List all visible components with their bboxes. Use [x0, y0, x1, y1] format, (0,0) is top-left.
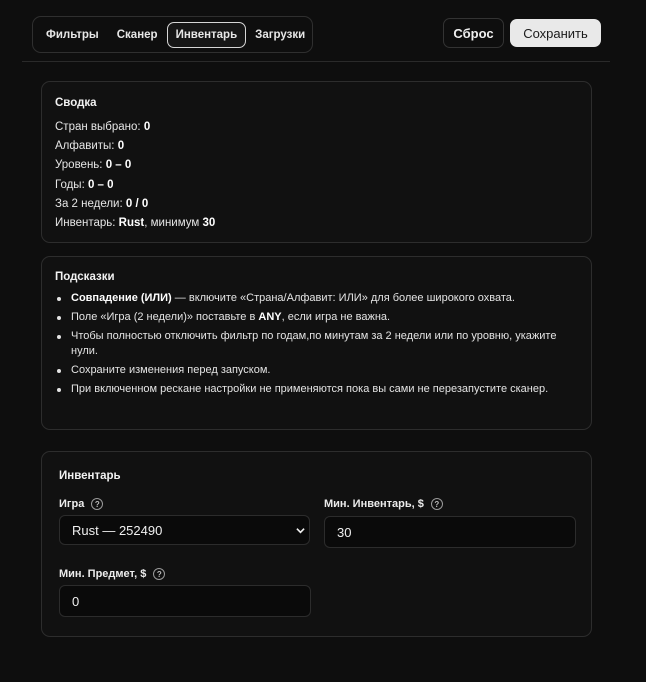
- tab-filters[interactable]: Фильтры: [37, 22, 108, 48]
- tab-scanner[interactable]: Сканер: [108, 22, 167, 48]
- summary-two-weeks: За 2 недели: 0 / 0: [55, 197, 149, 210]
- inventory-title: Инвентарь: [59, 470, 121, 482]
- tip-item: Поле «Игра (2 недели)» поставьте в ANY, …: [55, 310, 578, 325]
- summary-card: Сводка Стран выбрано: 0 Алфавиты: 0 Уров…: [41, 81, 592, 243]
- tips-list: Совпадение (ИЛИ) — включите «Страна/Алфа…: [55, 291, 578, 397]
- tip-item: При включенном рескане настройки не прим…: [55, 382, 578, 397]
- tab-inventory[interactable]: Инвентарь: [166, 21, 247, 48]
- game-select-value: Rust — 252490: [72, 522, 163, 538]
- tab-bar: Фильтры Сканер Инвентарь Загрузки: [32, 16, 313, 53]
- summary-title: Сводка: [55, 97, 97, 109]
- reset-button[interactable]: Сброс: [443, 18, 504, 48]
- summary-years: Годы: 0 – 0: [55, 178, 114, 191]
- tip-item: Чтобы полностью отключить фильтр по года…: [55, 329, 578, 359]
- tips-card: Подсказки Совпадение (ИЛИ) — включите «С…: [41, 256, 592, 430]
- min-inventory-label: Мин. Инвентарь, $: [324, 498, 424, 510]
- game-label: Игра: [59, 498, 85, 510]
- game-label-row: Игра ?: [59, 498, 104, 510]
- min-item-label-row: Мин. Предмет, $ ?: [59, 568, 166, 580]
- min-item-input[interactable]: 0: [59, 585, 311, 617]
- summary-level: Уровень: 0 – 0: [55, 159, 132, 172]
- save-button[interactable]: Сохранить: [510, 19, 601, 47]
- help-icon[interactable]: ?: [430, 498, 443, 510]
- min-item-label: Мин. Предмет, $: [59, 568, 147, 580]
- top-bar: Фильтры Сканер Инвентарь Загрузки Сброс …: [22, 0, 610, 62]
- summary-alphabets: Алфавиты: 0: [55, 140, 125, 153]
- tip-item: Совпадение (ИЛИ) — включите «Страна/Алфа…: [55, 291, 578, 306]
- help-icon[interactable]: ?: [153, 568, 166, 580]
- tab-downloads[interactable]: Загрузки: [246, 22, 314, 48]
- chevron-down-icon: [296, 528, 305, 534]
- tip-item: Сохраните изменения перед запуском.: [55, 363, 578, 378]
- tips-title: Подсказки: [55, 271, 115, 283]
- min-inventory-label-row: Мин. Инвентарь, $ ?: [324, 498, 443, 510]
- summary-inventory: Инвентарь: Rust, минимум 30: [55, 217, 216, 230]
- inventory-card: Инвентарь Игра ? Rust — 252490 Мин. Инве…: [41, 451, 592, 637]
- summary-countries: Стран выбрано: 0: [55, 121, 151, 133]
- help-icon[interactable]: ?: [91, 498, 104, 510]
- game-select[interactable]: Rust — 252490: [59, 515, 310, 545]
- min-inventory-input[interactable]: 30: [324, 516, 576, 548]
